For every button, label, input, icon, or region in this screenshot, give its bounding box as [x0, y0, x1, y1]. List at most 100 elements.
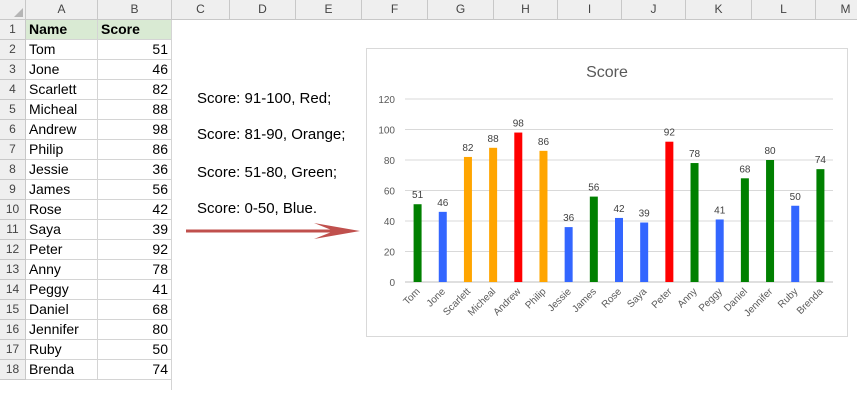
data-label: 92 [664, 128, 676, 139]
name-cell[interactable]: Scarlett [26, 80, 98, 100]
bar-jessie[interactable] [564, 227, 573, 282]
score-cell[interactable]: 51 [98, 40, 172, 60]
name-cell[interactable]: James [26, 180, 98, 200]
score-cell[interactable]: 46 [98, 60, 172, 80]
column-header-D[interactable]: D [230, 0, 296, 20]
name-cell[interactable]: Andrew [26, 120, 98, 140]
score-cell[interactable]: 41 [98, 280, 172, 300]
row-header-12[interactable]: 12 [0, 240, 26, 260]
chart-title: Score [586, 64, 628, 81]
bar-andrew[interactable] [514, 132, 523, 282]
bar-james[interactable] [589, 196, 598, 282]
score-cell[interactable]: 88 [98, 100, 172, 120]
column-header-C[interactable]: C [172, 0, 230, 20]
score-cell[interactable]: 80 [98, 320, 172, 340]
column-header-G[interactable]: G [428, 0, 494, 20]
score-cell[interactable]: 56 [98, 180, 172, 200]
column-header-L[interactable]: L [752, 0, 816, 20]
bar-tom[interactable] [413, 204, 422, 282]
y-tick-label: 100 [378, 126, 395, 137]
x-tick-label: Peggy [697, 286, 725, 314]
bar-jone[interactable] [438, 211, 447, 282]
column-header-M[interactable]: M [816, 0, 857, 20]
score-cell[interactable]: 98 [98, 120, 172, 140]
score-cell[interactable]: 82 [98, 80, 172, 100]
name-cell[interactable]: Brenda [26, 360, 98, 380]
row-header-3[interactable]: 3 [0, 60, 26, 80]
column-header-E[interactable]: E [296, 0, 362, 20]
x-tick-label: Jessie [546, 286, 574, 314]
bar-brenda[interactable] [816, 169, 825, 282]
data-label: 39 [639, 209, 651, 220]
score-cell[interactable]: 42 [98, 200, 172, 220]
data-label: 46 [437, 198, 449, 209]
name-cell[interactable]: Saya [26, 220, 98, 240]
bar-micheal[interactable] [489, 147, 498, 282]
name-cell[interactable]: Daniel [26, 300, 98, 320]
score-cell[interactable]: 78 [98, 260, 172, 280]
bar-philip[interactable] [539, 150, 548, 282]
column-header-J[interactable]: J [622, 0, 686, 20]
score-cell[interactable]: 39 [98, 220, 172, 240]
score-cell[interactable]: 50 [98, 340, 172, 360]
column-header-B[interactable]: B [98, 0, 172, 20]
column-header-A[interactable]: A [26, 0, 98, 20]
row-header-7[interactable]: 7 [0, 140, 26, 160]
data-label: 80 [764, 146, 776, 157]
bar-daniel[interactable] [740, 178, 749, 282]
column-header-H[interactable]: H [494, 0, 558, 20]
name-cell[interactable]: Micheal [26, 100, 98, 120]
name-cell[interactable]: Jone [26, 60, 98, 80]
row-header-10[interactable]: 10 [0, 200, 26, 220]
name-cell[interactable]: Ruby [26, 340, 98, 360]
right-arrow-icon [186, 223, 360, 239]
name-cell[interactable]: Tom [26, 40, 98, 60]
bar-scarlett[interactable] [463, 156, 472, 282]
bar-peggy[interactable] [715, 219, 724, 282]
row-header-1[interactable]: 1 [0, 20, 26, 40]
data-label: 68 [739, 164, 751, 175]
row-header-15[interactable]: 15 [0, 300, 26, 320]
row-header-8[interactable]: 8 [0, 160, 26, 180]
name-cell[interactable]: Peter [26, 240, 98, 260]
score-cell[interactable]: 86 [98, 140, 172, 160]
column-header-K[interactable]: K [686, 0, 752, 20]
row-header-6[interactable]: 6 [0, 120, 26, 140]
bar-peter[interactable] [665, 141, 674, 282]
row-header-18[interactable]: 18 [0, 360, 26, 380]
name-cell[interactable]: Rose [26, 200, 98, 220]
header-cell-score[interactable]: Score [98, 20, 172, 40]
select-all-corner[interactable] [0, 0, 26, 20]
x-tick-label: Peter [650, 286, 675, 311]
row-header-14[interactable]: 14 [0, 280, 26, 300]
x-tick-label: Saya [625, 286, 649, 310]
bar-ruby[interactable] [791, 205, 800, 282]
score-cell[interactable]: 92 [98, 240, 172, 260]
row-header-11[interactable]: 11 [0, 220, 26, 240]
name-cell[interactable]: Jessie [26, 160, 98, 180]
row-header-9[interactable]: 9 [0, 180, 26, 200]
row-header-4[interactable]: 4 [0, 80, 26, 100]
bar-jennifer[interactable] [766, 160, 775, 282]
y-tick-label: 20 [384, 248, 396, 259]
name-cell[interactable]: Anny [26, 260, 98, 280]
name-cell[interactable]: Philip [26, 140, 98, 160]
score-cell[interactable]: 36 [98, 160, 172, 180]
row-header-17[interactable]: 17 [0, 340, 26, 360]
y-tick-label: 40 [384, 217, 396, 228]
score-cell[interactable]: 68 [98, 300, 172, 320]
header-cell-name[interactable]: Name [26, 20, 98, 40]
bar-rose[interactable] [615, 217, 623, 282]
column-header-I[interactable]: I [558, 0, 622, 20]
row-header-13[interactable]: 13 [0, 260, 26, 280]
row-header-2[interactable]: 2 [0, 40, 26, 60]
score-cell[interactable]: 74 [98, 360, 172, 380]
row-header-5[interactable]: 5 [0, 100, 26, 120]
name-cell[interactable]: Peggy [26, 280, 98, 300]
column-header-F[interactable]: F [362, 0, 428, 20]
score-chart[interactable]: Score 0 20 40 60 80 100 120 51 Tom 46 Jone 82 Scarle… [366, 48, 848, 337]
name-cell[interactable]: Jennifer [26, 320, 98, 340]
bar-saya[interactable] [640, 222, 649, 282]
bar-anny[interactable] [690, 163, 699, 282]
row-header-16[interactable]: 16 [0, 320, 26, 340]
